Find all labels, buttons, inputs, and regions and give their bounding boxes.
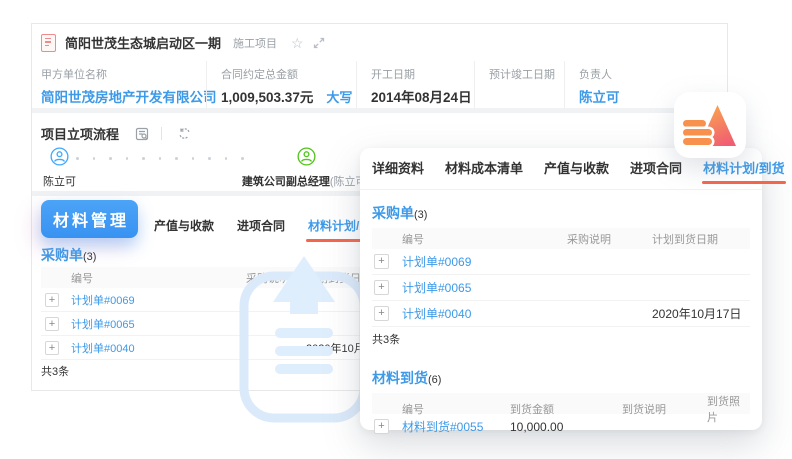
purchase-count: (3) — [414, 209, 427, 221]
flow-dotted-connector — [76, 157, 244, 160]
detail-panel: 详细资料 材料成本清单 产值与收款 进项合同 材料计划/到货 劳务工人 采购单(… — [360, 148, 762, 430]
brand-logo-card — [674, 92, 746, 158]
field-owner-company: 甲方单位名称 简阳世茂房地产开发有限公司 — [32, 61, 206, 108]
refresh-icon[interactable] — [178, 127, 191, 140]
plan-order-link[interactable]: 计划单#0069 — [71, 292, 246, 308]
project-title-row: 简阳世茂生态城启动区一期 施工项目 ☆ — [32, 24, 727, 61]
col-planned-arrival-date: 计划到货日期 — [652, 231, 750, 247]
field-contract-amount: 合同约定总金额 1,009,503.37元大写 — [206, 61, 356, 108]
col-number: 编号 — [402, 231, 567, 247]
plan-order-link[interactable]: 计划单#0040 — [402, 305, 567, 322]
person-icon-blue — [50, 147, 69, 166]
amount-text: 1,009,503.37元 — [221, 90, 313, 105]
col-purchase-note: 采购说明 — [567, 231, 652, 247]
flow-node-start[interactable]: 陈立可 — [43, 147, 76, 189]
plan-order-link[interactable]: 计划单#0065 — [402, 279, 567, 296]
flow-preview-icon[interactable] — [135, 127, 149, 141]
tab-output-and-receipts[interactable]: 产值与收款 — [154, 217, 214, 242]
arrival-title-text: 材料到货 — [372, 370, 428, 386]
plan-order-link[interactable]: 计划单#0065 — [71, 316, 246, 332]
purchase-title-text: 采购单 — [41, 247, 83, 263]
purchase-table-panel: 编号 采购说明 计划到货日期 + 计划单#0069 + 计划单#0065 — [372, 228, 750, 351]
col-arrival-photo: 到货照片 — [707, 393, 750, 425]
col-arrival-note: 到货说明 — [622, 401, 707, 417]
tab-input-contracts[interactable]: 进项合同 — [630, 158, 682, 189]
amount-cell: 10,000.00 — [510, 420, 622, 434]
plan-order-link[interactable]: 计划单#0069 — [402, 253, 567, 270]
brand-bar-icon — [683, 129, 712, 136]
tab-material-plan-arrival[interactable]: 材料计划/到货 — [703, 158, 785, 189]
favorite-star-icon[interactable]: ☆ — [291, 36, 304, 50]
flow-end-role: 建筑公司副总经理 — [242, 176, 330, 188]
field-expected-completion: 预计竣工日期 — [474, 61, 564, 108]
purchase-count: (3) — [83, 251, 96, 263]
table-row: + 材料到货#0055 10,000.00 — [372, 414, 750, 439]
field-label: 合同约定总金额 — [221, 66, 356, 82]
start-date-value: 2014年08月24日 — [371, 86, 474, 106]
col-purchase-note: 采购说明 — [246, 270, 306, 286]
arrival-order-link[interactable]: 材料到货#0055 — [402, 418, 510, 435]
expand-row-button[interactable]: + — [374, 419, 389, 434]
field-label: 负责人 — [579, 66, 727, 82]
flow-start-name: 陈立可 — [43, 173, 76, 189]
purchase-section-title: 采购单(3) — [372, 203, 750, 223]
expand-row-button[interactable]: + — [374, 306, 389, 321]
plan-order-link[interactable]: 计划单#0040 — [71, 340, 246, 356]
tab-output-and-receipts[interactable]: 产值与收款 — [544, 158, 609, 189]
tab-detail-info[interactable]: 详细资料 — [372, 158, 424, 189]
field-start-date: 开工日期 2014年08月24日 — [356, 61, 474, 108]
field-label: 甲方单位名称 — [41, 66, 206, 82]
divider — [161, 127, 162, 140]
brand-bar-icon — [683, 138, 712, 145]
arrival-table: 编号 到货金额 到货说明 到货照片 + 材料到货#0055 10,000.00 — [372, 393, 750, 439]
expand-row-button[interactable]: + — [45, 317, 59, 331]
table-row: + 计划单#0040 2020年10月17日 — [372, 301, 750, 327]
table-header: 编号 采购说明 计划到货日期 — [372, 228, 750, 249]
expand-row-button[interactable]: + — [374, 280, 389, 295]
project-type-tag: 施工项目 — [233, 35, 277, 51]
brand-bar-icon — [683, 120, 706, 127]
uppercase-toggle[interactable]: 大写 — [326, 90, 352, 105]
table-footer-count: 共3条 — [372, 327, 750, 351]
purchase-title-text: 采购单 — [372, 205, 414, 221]
arrival-count: (6) — [428, 374, 441, 386]
field-label: 开工日期 — [371, 66, 474, 82]
table-header: 编号 到货金额 到货说明 到货照片 — [372, 393, 750, 414]
material-management-button[interactable]: 材料管理 — [41, 200, 138, 238]
fullscreen-icon[interactable] — [313, 37, 325, 49]
col-number: 编号 — [402, 401, 510, 417]
arrival-section-title: 材料到货(6) — [372, 368, 750, 388]
expand-row-button[interactable]: + — [45, 341, 59, 355]
owner-company-link[interactable]: 简阳世茂房地产开发有限公司 — [41, 86, 206, 106]
page: 简阳世茂生态城启动区一期 施工项目 ☆ 甲方单位名称 简阳世茂房地产开发有限公司… — [0, 0, 792, 459]
field-label: 预计竣工日期 — [489, 66, 564, 82]
purchase-section-title: 采购单(3) — [41, 245, 96, 265]
table-row: + 计划单#0069 — [372, 249, 750, 275]
col-arrival-amount: 到货金额 — [510, 401, 622, 417]
project-document-icon — [41, 34, 56, 52]
contract-amount-value: 1,009,503.37元大写 — [221, 86, 356, 106]
project-summary-fields: 甲方单位名称 简阳世茂房地产开发有限公司 合同约定总金额 1,009,503.3… — [32, 61, 727, 108]
date-cell: 2020年10月17日 — [652, 305, 750, 322]
project-title: 简阳世茂生态城启动区一期 — [65, 33, 221, 52]
panel-body: 采购单(3) 编号 采购说明 计划到货日期 + 计划单#0069 + 计划单#0… — [360, 203, 762, 439]
expand-row-button[interactable]: + — [45, 293, 59, 307]
table-row: + 计划单#0065 — [372, 275, 750, 301]
expand-row-button[interactable]: + — [374, 254, 389, 269]
person-icon-green — [297, 147, 316, 166]
tab-material-cost-list[interactable]: 材料成本清单 — [445, 158, 523, 189]
tab-input-contracts[interactable]: 进项合同 — [237, 217, 285, 242]
col-number: 编号 — [71, 270, 246, 286]
flow-section-title: 项目立项流程 — [41, 124, 119, 143]
